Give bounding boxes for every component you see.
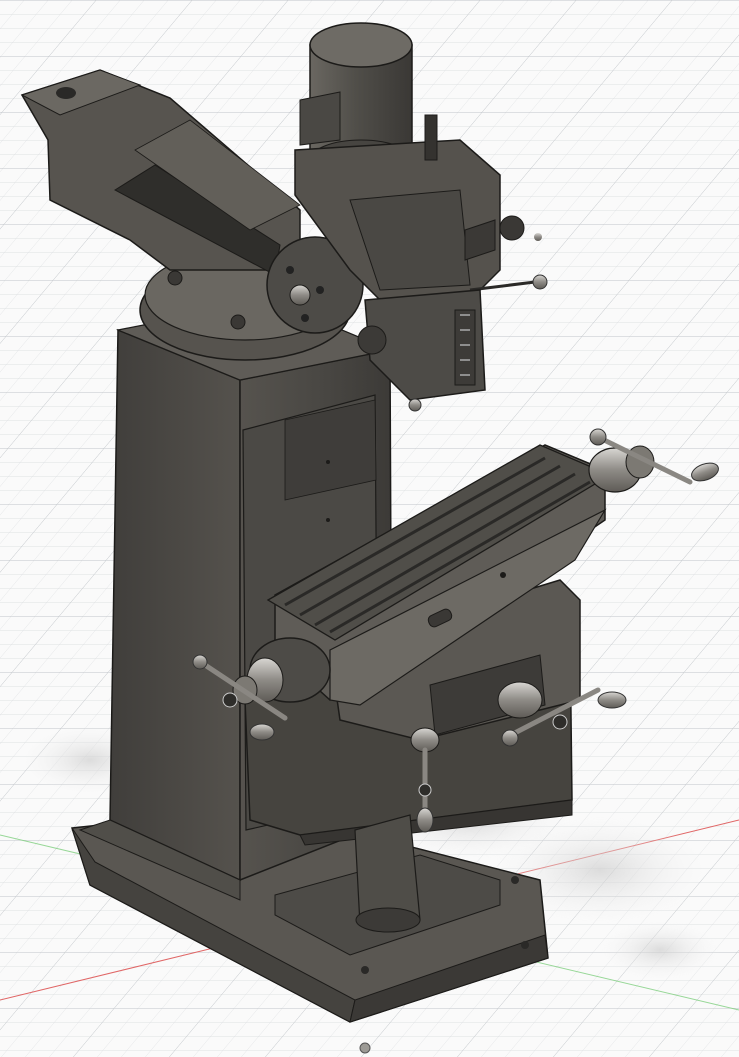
adapter-bolt bbox=[286, 266, 294, 274]
left-handwheel-nut bbox=[222, 692, 238, 708]
left-crank-handle[interactable] bbox=[249, 723, 275, 741]
origin-marker bbox=[359, 1042, 371, 1054]
quill-lock-knob[interactable] bbox=[408, 398, 422, 412]
knee-crank-handle[interactable] bbox=[416, 807, 434, 833]
base-bolt bbox=[361, 966, 369, 974]
crossfeed-nut bbox=[552, 714, 568, 730]
table-hole bbox=[500, 572, 506, 578]
milling-machine-scene bbox=[0, 0, 739, 1057]
column-hole bbox=[326, 460, 330, 464]
turret-bolt bbox=[167, 270, 183, 286]
column-hole bbox=[326, 518, 330, 522]
head-tilt-housing bbox=[357, 325, 387, 355]
right-crank-ball[interactable] bbox=[589, 428, 607, 446]
speed-lever[interactable] bbox=[424, 114, 438, 161]
turret-bolt bbox=[230, 314, 246, 330]
fine-feed-handwheel[interactable] bbox=[499, 215, 525, 241]
adapter-knob[interactable] bbox=[289, 284, 311, 306]
base-bolt bbox=[511, 876, 519, 884]
quill-feed-knob[interactable] bbox=[532, 274, 548, 290]
motor-junction-box bbox=[299, 91, 341, 146]
crossfeed-crank-handle[interactable] bbox=[597, 691, 627, 709]
adapter-bolt bbox=[301, 314, 309, 322]
crossfeed-crank-ball[interactable] bbox=[501, 729, 519, 747]
base-bolt bbox=[521, 941, 529, 949]
adapter-bolt bbox=[316, 286, 324, 294]
left-crank-ball[interactable] bbox=[192, 654, 208, 670]
ram-lift-hole bbox=[56, 87, 76, 99]
cad-viewport[interactable] bbox=[0, 0, 739, 1057]
